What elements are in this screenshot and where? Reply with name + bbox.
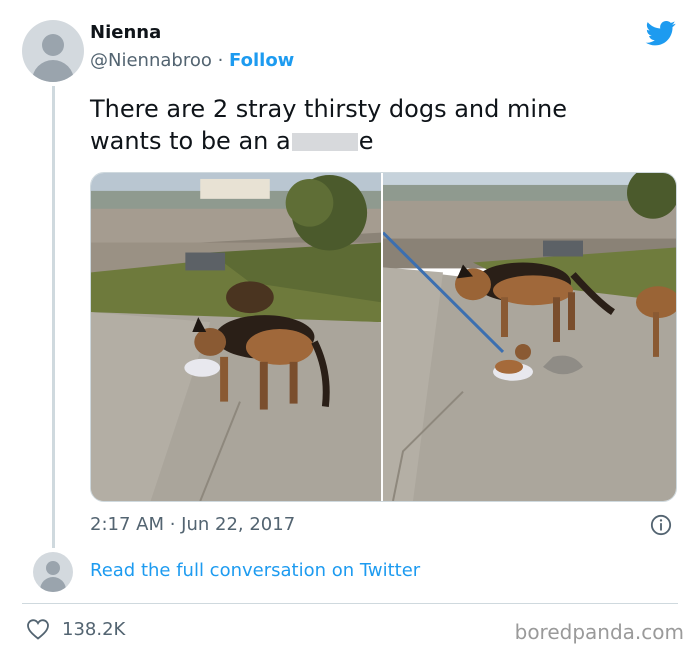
reply-avatar-body <box>40 577 66 592</box>
tweet-text-line-2-end: e <box>358 127 374 155</box>
read-conversation-link[interactable]: Read the full conversation on Twitter <box>90 560 420 581</box>
author-handle-row: @Niennabroo · Follow <box>90 50 294 71</box>
photo-left-image <box>91 173 381 501</box>
tweet-card: Nienna @Niennabroo · Follow There are 2 … <box>0 0 700 600</box>
follow-button[interactable]: Follow <box>229 50 294 71</box>
footer-divider <box>22 603 678 604</box>
conversation-row: Read the full conversation on Twitter <box>0 548 700 598</box>
tweet-media[interactable] <box>90 172 677 502</box>
twitter-bird-icon[interactable] <box>644 18 678 48</box>
author-name[interactable]: Nienna <box>90 22 161 43</box>
tweet-text-line-1: There are 2 stray thirsty dogs and mine <box>90 95 568 123</box>
watermark: boredpanda.com <box>514 620 684 644</box>
photo-dog-on-leash[interactable] <box>383 173 676 501</box>
heart-icon <box>27 619 49 640</box>
author-handle[interactable]: @Niennabroo <box>90 50 212 71</box>
censor-block <box>291 133 358 151</box>
photo-dogs-drinking[interactable] <box>91 173 383 501</box>
like-count: 138.2K <box>62 618 126 640</box>
reply-avatar <box>33 552 73 592</box>
photo-right-image <box>383 173 676 501</box>
reply-avatar-head <box>46 561 60 575</box>
avatar-body <box>32 60 74 82</box>
handle-separator: · <box>217 50 224 71</box>
info-icon[interactable] <box>650 514 672 536</box>
author-avatar[interactable] <box>22 20 84 82</box>
like-button[interactable]: 138.2K <box>26 618 125 640</box>
avatar-head <box>42 34 64 56</box>
tweet-text: There are 2 stray thirsty dogs and mine … <box>90 93 670 157</box>
tweet-text-line-2: wants to be an a e <box>90 125 670 157</box>
thread-line <box>52 86 55 548</box>
tweet-text-line-2-start: wants to be an a <box>90 127 291 155</box>
tweet-timestamp[interactable]: 2:17 AM · Jun 22, 2017 <box>90 514 295 535</box>
